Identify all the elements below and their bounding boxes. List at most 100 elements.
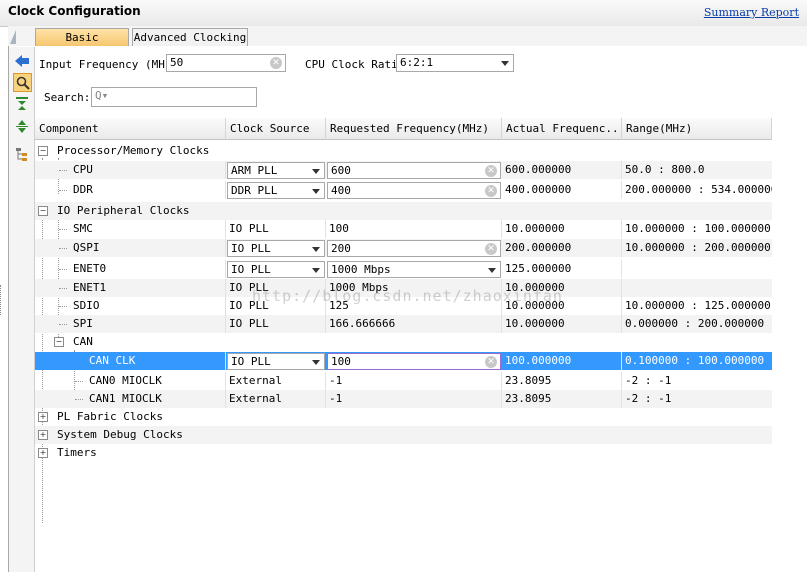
- table-row-ddr[interactable]: DDR DDR PLL 400 ✕ 400.000000 200.000000 :…: [35, 181, 772, 199]
- clear-icon[interactable]: ✕: [485, 165, 497, 177]
- collapse-toggle-icon[interactable]: −: [54, 337, 64, 347]
- expand-all-button[interactable]: [13, 117, 31, 135]
- table-row-cpu[interactable]: CPU ARM PLL 600 ✕ 600.000000 50.0 : 800.0: [35, 161, 772, 179]
- table-row-spi[interactable]: SPI IO PLL 166.666666 10.000000 0.000000…: [35, 315, 772, 333]
- input-frequency-label: Input Frequency (MHz): [39, 58, 179, 71]
- range: 10.000000 : 125.000000: [625, 299, 771, 312]
- actual-frequency: 23.8095: [502, 372, 622, 390]
- requested-frequency-value: 600: [331, 164, 351, 177]
- clear-icon[interactable]: ✕: [270, 57, 282, 69]
- chevron-down-icon: [501, 61, 509, 66]
- requested-frequency-input[interactable]: 100 ✕: [327, 353, 501, 370]
- tree-row-can[interactable]: − CAN: [35, 333, 772, 351]
- requested-frequency-select[interactable]: 1000 Mbps: [327, 261, 501, 278]
- clock-source-select[interactable]: IO PLL: [227, 261, 325, 278]
- requested-frequency: -1: [326, 372, 502, 390]
- clock-table: Component Clock Source Requested Frequen…: [35, 118, 772, 523]
- expand-all-icon: [16, 120, 28, 133]
- table-row-can-clk[interactable]: CAN CLK IO PLL 100 ✕ 100.000000 0.100000 …: [35, 352, 772, 370]
- requested-frequency-input[interactable]: 400 ✕: [327, 182, 501, 199]
- range: 0.000000 : 200.000000: [625, 317, 765, 330]
- table-row-enet0[interactable]: ENET0 IO PLL 1000 Mbps 125.000000: [35, 260, 772, 278]
- tree-row-timers[interactable]: + Timers: [35, 444, 772, 462]
- clock-source-select[interactable]: DDR PLL: [227, 182, 325, 199]
- component-name: CAN0 MIOCLK: [86, 372, 226, 390]
- table-row-enet1[interactable]: ENET1 IO PLL 1000 Mbps 10.000000: [35, 279, 772, 297]
- component-name: CAN: [73, 335, 93, 348]
- tree-row-io-peripheral[interactable]: − IO Peripheral Clocks: [35, 202, 772, 220]
- actual-frequency: 23.8095: [502, 390, 622, 408]
- collapse-toggle-icon[interactable]: −: [38, 206, 48, 216]
- group-label: Timers: [57, 446, 97, 459]
- collapse-all-button[interactable]: [13, 95, 31, 113]
- cpu-clock-ratio-select[interactable]: 6:2:1: [396, 54, 514, 72]
- column-header-requested-frequency[interactable]: Requested Frequency(MHz): [326, 118, 502, 140]
- table-row-smc[interactable]: SMC IO PLL 100 10.000000 10.000000 : 100…: [35, 220, 772, 238]
- splitter-handle[interactable]: [0, 285, 4, 315]
- range: -2 : -1: [625, 374, 672, 387]
- actual-frequency: 10.000000: [502, 279, 622, 297]
- tab-basic-clocking[interactable]: Basic Clocking: [35, 28, 129, 61]
- requested-frequency: 125: [326, 297, 502, 315]
- component-name: SMC: [70, 220, 226, 238]
- table-row-qspi[interactable]: QSPI IO PLL 200 ✕ 200.000000 10.000000 : …: [35, 239, 772, 257]
- tree-row-processor-memory[interactable]: − Processor/Memory Clocks: [35, 142, 772, 160]
- requested-frequency-value: 400: [331, 184, 351, 197]
- requested-frequency-input[interactable]: 600 ✕: [327, 162, 501, 179]
- tab-advanced-label: Advanced Clocking: [133, 31, 247, 44]
- clock-source-value: ARM PLL: [231, 164, 278, 177]
- actual-frequency: 10.000000: [502, 297, 622, 315]
- clear-icon[interactable]: ✕: [485, 185, 497, 197]
- back-arrow-icon: [15, 55, 29, 67]
- expand-toggle-icon[interactable]: +: [38, 412, 48, 422]
- expand-toggle-icon[interactable]: +: [38, 430, 48, 440]
- search-label: Search:: [44, 91, 91, 104]
- chevron-down-icon: [312, 268, 320, 273]
- expand-toggle-icon[interactable]: +: [38, 448, 48, 458]
- tab-corner-marker: [10, 30, 16, 44]
- component-name: SDIO: [70, 297, 226, 315]
- clock-source-select[interactable]: ARM PLL: [227, 162, 325, 179]
- range: 200.000000 : 534.000000: [625, 183, 772, 196]
- range: 0.100000 : 100.000000: [625, 354, 765, 367]
- range: -2 : -1: [625, 392, 672, 405]
- column-header-component[interactable]: Component: [35, 118, 226, 140]
- input-frequency-value: 50: [170, 56, 184, 69]
- clock-source-select[interactable]: IO PLL: [227, 240, 325, 257]
- back-button[interactable]: [13, 52, 31, 70]
- actual-frequency: 125.000000: [502, 260, 622, 278]
- range: [622, 260, 772, 278]
- collapse-toggle-icon[interactable]: −: [38, 146, 48, 156]
- clock-source: External: [226, 372, 326, 390]
- clock-source: IO PLL: [226, 279, 326, 297]
- clock-source-value: DDR PLL: [231, 184, 278, 197]
- clear-icon[interactable]: ✕: [485, 243, 497, 255]
- table-row-can0-mioclk[interactable]: CAN0 MIOCLK External -1 23.8095 -2 : -1: [35, 372, 772, 390]
- column-header-clock-source[interactable]: Clock Source: [226, 118, 326, 140]
- clock-source-value: IO PLL: [231, 242, 271, 255]
- group-label: Processor/Memory Clocks: [57, 144, 210, 157]
- tree-row-system-debug[interactable]: + System Debug Clocks: [35, 426, 772, 444]
- clock-source: IO PLL: [226, 220, 326, 238]
- requested-frequency: -1: [326, 390, 502, 408]
- table-row-can1-mioclk[interactable]: CAN1 MIOCLK External -1 23.8095 -2 : -1: [35, 390, 772, 408]
- tree-row-pl-fabric[interactable]: + PL Fabric Clocks: [35, 408, 772, 426]
- input-frequency-field[interactable]: 50 ✕: [166, 54, 286, 72]
- requested-frequency-input[interactable]: 200 ✕: [327, 240, 501, 257]
- tab-advanced-clocking[interactable]: Advanced Clocking: [132, 28, 248, 46]
- component-name: ENET1: [70, 279, 226, 297]
- actual-frequency: 10.000000: [502, 315, 622, 333]
- hierarchy-button[interactable]: [13, 145, 31, 163]
- requested-frequency-value: 200: [331, 242, 351, 255]
- clock-source-select[interactable]: IO PLL: [227, 353, 325, 370]
- column-header-range[interactable]: Range(MHz): [622, 118, 772, 140]
- column-header-actual-frequency[interactable]: Actual Frequenc...: [502, 118, 622, 140]
- actual-frequency: 10.000000: [502, 220, 622, 238]
- range: 50.0 : 800.0: [625, 163, 705, 176]
- group-label: PL Fabric Clocks: [57, 410, 163, 423]
- search-toggle-button[interactable]: [13, 73, 32, 92]
- clear-icon[interactable]: ✕: [485, 356, 497, 368]
- table-row-sdio[interactable]: SDIO IO PLL 125 10.000000 10.000000 : 12…: [35, 297, 772, 315]
- summary-report-link[interactable]: Summary Report: [704, 6, 799, 19]
- search-input[interactable]: Q▾: [91, 87, 257, 107]
